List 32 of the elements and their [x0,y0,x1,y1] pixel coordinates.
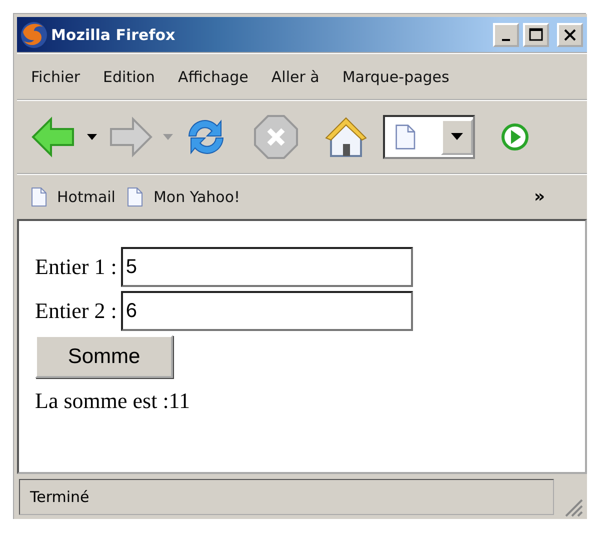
dropdown-button[interactable] [441,119,473,155]
field-label: Entier 1 : [35,254,117,280]
firefox-logo-icon [19,20,49,50]
input-field[interactable]: 5 [120,247,413,287]
page-icon [127,187,144,207]
menu-item[interactable]: Affichage [178,68,248,86]
caret-icon[interactable] [87,133,97,141]
menu-item[interactable]: Marque-pages [342,68,450,86]
maximize-button[interactable] [523,22,549,46]
close-icon [563,28,577,42]
status-text: Terminé [19,479,554,515]
page-icon [395,124,416,150]
bookmark-link[interactable]: Hotmail [57,188,116,206]
minimize-icon [502,38,510,40]
maximize-icon [529,28,543,42]
result-text: La somme est :11 [35,388,191,414]
close-button[interactable] [557,22,583,46]
minimize-button[interactable] [493,22,519,46]
window-title: Mozilla Firefox [51,26,176,44]
go-icon[interactable] [501,123,529,151]
field-label: Entier 2 : [35,298,117,324]
input-field[interactable]: 6 [120,291,413,331]
menu-item[interactable]: Aller à [271,68,320,86]
address-dropdown[interactable] [383,115,475,159]
sum-button[interactable]: Somme [35,335,173,378]
stop-icon[interactable] [253,114,299,160]
menu-item[interactable]: Fichier [31,68,80,86]
page-icon [31,187,47,207]
caret-icon [451,133,463,141]
bookmark-link[interactable]: Mon Yahoo! [153,188,240,206]
bookmarks-overflow-chevron[interactable]: » [534,187,545,207]
menu-item[interactable]: Edition [103,68,155,86]
